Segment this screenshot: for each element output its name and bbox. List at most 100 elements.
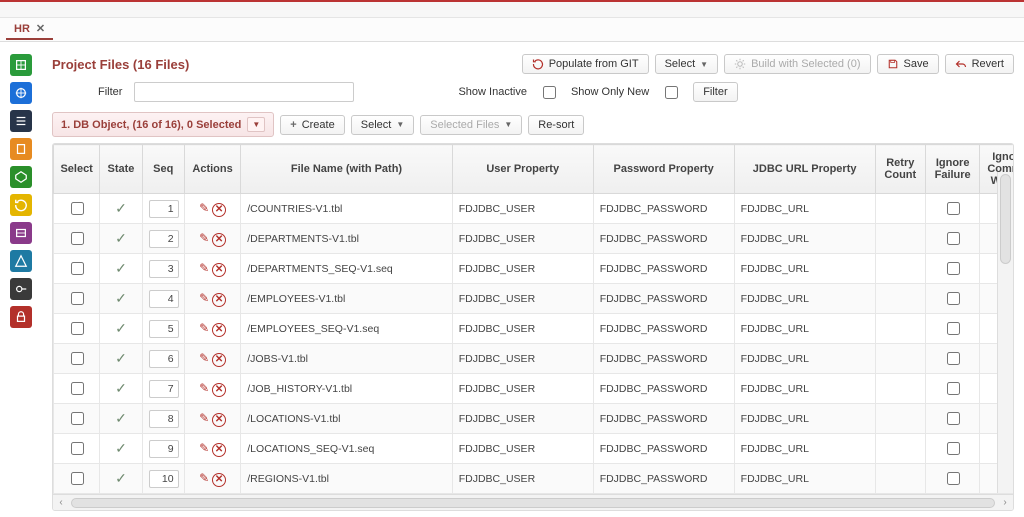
category-tab[interactable]: 1. DB Object, (16 of 16), 0 Selected ▼ xyxy=(52,112,274,137)
row-select-checkbox[interactable] xyxy=(71,442,84,455)
edit-icon[interactable]: ✎ xyxy=(199,381,209,395)
ignore-failure-checkbox[interactable] xyxy=(947,232,960,245)
resort-button[interactable]: Re-sort xyxy=(528,115,584,135)
delete-icon[interactable]: ✕ xyxy=(212,353,226,367)
delete-icon[interactable]: ✕ xyxy=(212,323,226,337)
selected-files-button[interactable]: Selected Files ▼ xyxy=(420,115,522,135)
edit-icon[interactable]: ✎ xyxy=(199,261,209,275)
edit-icon[interactable]: ✎ xyxy=(199,351,209,365)
col-actions[interactable]: Actions xyxy=(184,145,240,194)
ignore-failure-checkbox[interactable] xyxy=(947,352,960,365)
populate-git-button[interactable]: Populate from GIT xyxy=(522,54,649,74)
ignore-failure-checkbox[interactable] xyxy=(947,442,960,455)
sidebar-item-10[interactable] xyxy=(10,306,32,328)
seq-input[interactable]: 7 xyxy=(149,380,179,398)
row-select-checkbox[interactable] xyxy=(71,412,84,425)
col-ignore-failure[interactable]: Ignore Failure xyxy=(925,145,979,194)
sidebar-item-2[interactable] xyxy=(10,82,32,104)
save-button[interactable]: Save xyxy=(877,54,939,74)
close-icon[interactable]: ✕ xyxy=(36,22,45,35)
delete-icon[interactable]: ✕ xyxy=(212,383,226,397)
edit-icon[interactable]: ✎ xyxy=(199,231,209,245)
cell-retry[interactable] xyxy=(875,404,925,434)
delete-icon[interactable]: ✕ xyxy=(212,413,226,427)
row-select-checkbox[interactable] xyxy=(71,202,84,215)
cell-retry[interactable] xyxy=(875,284,925,314)
sidebar-item-1[interactable] xyxy=(10,54,32,76)
ignore-failure-checkbox[interactable] xyxy=(947,472,960,485)
cell-retry[interactable] xyxy=(875,344,925,374)
seq-input[interactable]: 8 xyxy=(149,410,179,428)
show-inactive-checkbox[interactable] xyxy=(543,86,556,99)
col-user[interactable]: User Property xyxy=(452,145,593,194)
cell-retry[interactable] xyxy=(875,374,925,404)
seq-input[interactable]: 3 xyxy=(149,260,179,278)
edit-icon[interactable]: ✎ xyxy=(199,441,209,455)
edit-icon[interactable]: ✎ xyxy=(199,291,209,305)
edit-icon[interactable]: ✎ xyxy=(199,411,209,425)
ignore-failure-checkbox[interactable] xyxy=(947,202,960,215)
filter-button[interactable]: Filter xyxy=(693,82,737,102)
seq-input[interactable]: 4 xyxy=(149,290,179,308)
col-seq[interactable]: Seq xyxy=(142,145,184,194)
select-button[interactable]: Select ▼ xyxy=(655,54,719,74)
cell-retry[interactable] xyxy=(875,464,925,494)
revert-button[interactable]: Revert xyxy=(945,54,1014,74)
cell-retry[interactable] xyxy=(875,194,925,224)
ignore-failure-checkbox[interactable] xyxy=(947,322,960,335)
delete-icon[interactable]: ✕ xyxy=(212,473,226,487)
seq-input[interactable]: 10 xyxy=(149,470,179,488)
cell-retry[interactable] xyxy=(875,224,925,254)
edit-icon[interactable]: ✎ xyxy=(199,471,209,485)
delete-icon[interactable]: ✕ xyxy=(212,203,226,217)
row-select-checkbox[interactable] xyxy=(71,352,84,365)
col-state[interactable]: State xyxy=(100,145,142,194)
edit-icon[interactable]: ✎ xyxy=(199,321,209,335)
cell-retry[interactable] xyxy=(875,434,925,464)
sidebar-item-4[interactable] xyxy=(10,138,32,160)
ignore-failure-checkbox[interactable] xyxy=(947,382,960,395)
delete-icon[interactable]: ✕ xyxy=(212,263,226,277)
edit-icon[interactable]: ✎ xyxy=(199,201,209,215)
row-select-checkbox[interactable] xyxy=(71,382,84,395)
cell-retry[interactable] xyxy=(875,314,925,344)
scroll-right-icon[interactable]: › xyxy=(999,497,1011,508)
row-select-checkbox[interactable] xyxy=(71,472,84,485)
delete-icon[interactable]: ✕ xyxy=(212,293,226,307)
create-button[interactable]: + Create xyxy=(280,115,344,135)
seq-input[interactable]: 6 xyxy=(149,350,179,368)
select-menu-button[interactable]: Select ▼ xyxy=(351,115,415,135)
tab-hr[interactable]: HR ✕ xyxy=(6,19,53,40)
sidebar-item-3[interactable] xyxy=(10,110,32,132)
col-url[interactable]: JDBC URL Property xyxy=(734,145,875,194)
sidebar-item-7[interactable] xyxy=(10,222,32,244)
sidebar-item-9[interactable] xyxy=(10,278,32,300)
row-select-checkbox[interactable] xyxy=(71,232,84,245)
row-select-checkbox[interactable] xyxy=(71,292,84,305)
ignore-failure-checkbox[interactable] xyxy=(947,262,960,275)
build-selected-button[interactable]: Build with Selected (0) xyxy=(724,54,870,74)
sidebar-item-6[interactable] xyxy=(10,194,32,216)
row-select-checkbox[interactable] xyxy=(71,262,84,275)
vertical-scrollbar[interactable] xyxy=(997,172,1013,493)
ignore-failure-checkbox[interactable] xyxy=(947,292,960,305)
seq-input[interactable]: 9 xyxy=(149,440,179,458)
cell-retry[interactable] xyxy=(875,254,925,284)
seq-input[interactable]: 5 xyxy=(149,320,179,338)
col-retry[interactable]: Retry Count xyxy=(875,145,925,194)
delete-icon[interactable]: ✕ xyxy=(212,233,226,247)
seq-input[interactable]: 1 xyxy=(149,200,179,218)
sidebar-item-8[interactable] xyxy=(10,250,32,272)
ignore-failure-checkbox[interactable] xyxy=(947,412,960,425)
delete-icon[interactable]: ✕ xyxy=(212,443,226,457)
show-only-new-checkbox[interactable] xyxy=(665,86,678,99)
col-pass[interactable]: Password Property xyxy=(593,145,734,194)
scroll-left-icon[interactable]: ‹ xyxy=(55,497,67,508)
sidebar-item-5[interactable] xyxy=(10,166,32,188)
col-select[interactable]: Select xyxy=(54,145,100,194)
seq-input[interactable]: 2 xyxy=(149,230,179,248)
col-file[interactable]: File Name (with Path) xyxy=(241,145,452,194)
row-select-checkbox[interactable] xyxy=(71,322,84,335)
horizontal-scrollbar[interactable]: ‹ › xyxy=(53,494,1013,510)
filter-input[interactable] xyxy=(134,82,354,102)
